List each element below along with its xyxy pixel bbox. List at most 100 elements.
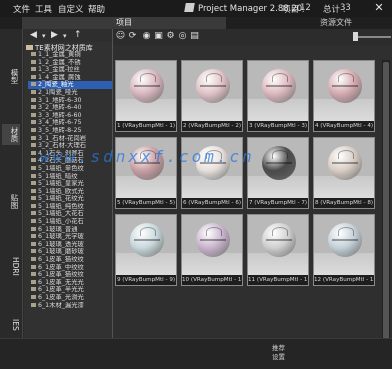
material-sphere [328,146,362,180]
tree-item[interactable]: 5_1墙纸_皇家光 [28,180,112,188]
camera-icon[interactable]: ◎ [177,31,188,42]
material-thumbnail[interactable]: 10 (VRayBumpMtl - 10) [181,214,243,286]
folder-icon [31,143,36,148]
tree-item[interactable]: 6_1皮革_猫纹纹 [28,271,112,279]
refresh-icon[interactable]: ⟳ [127,31,138,42]
tree-item[interactable]: 5_1墙纸_大花石 [28,210,112,218]
tree-item[interactable]: 5_1墙纸_小花石 [28,218,112,226]
tree-item[interactable]: 6_1木材_漏光漆 [28,302,112,310]
up-arrow-icon[interactable]: ↑ [74,30,82,40]
tree-item[interactable]: 3_1_地砖-6-30 [28,97,112,105]
material-thumbnail[interactable]: 12 (VRayBumpMtl - 12) [313,214,375,286]
bottom-label-settings[interactable]: 设置 [272,351,285,361]
tree-item-label: 6_1皮革_中纹纹 [38,263,84,271]
vtab-hdri[interactable]: HDRI [2,257,20,276]
tree-item-label: 1_3_金属-拉丝 [38,66,80,74]
tree-item[interactable]: 6_1皮革_中纹纹 [28,264,112,272]
tree-item-label: 2_1陶瓷_哑光 [38,88,78,96]
material-caption: 2 (VRayBumpMtl - 2) [182,121,242,131]
settings-icon[interactable]: ⚙ [165,31,176,42]
tree-item[interactable]: 6_1玻璃_透光玻 [28,241,112,249]
menu-tools[interactable]: 工具 [35,3,52,15]
tree-item[interactable]: 6_1玻璃_磨砂玻 [28,248,112,256]
tree-item-label: 5_1墙纸_纯色纹 [38,202,84,210]
tree-item[interactable]: 2_陶瓷_釉光 [28,81,112,89]
tree-item[interactable]: 3_5_地砖-8-25 [28,127,112,135]
material-thumbnail[interactable]: 8 (VRayBumpMtl - 8) [313,137,375,209]
tree-item-label: 6_1木材_漏光漆 [38,301,84,309]
tree-item[interactable]: 3_1_石材-花岗岩 [28,135,112,143]
sphere-view-icon[interactable]: ◉ [141,31,152,42]
material-thumbnail[interactable]: 4 (VRayBumpMtl - 4) [313,60,375,132]
tree-item[interactable]: 6_1皮革_半光光 [28,286,112,294]
material-caption: 4 (VRayBumpMtl - 4) [314,121,374,131]
tree-item[interactable]: 6_1皮革_猫纹纹 [28,256,112,264]
tab-project[interactable]: 项目 [22,17,226,29]
material-thumbnail[interactable]: 7 (VRayBumpMtl - 7) [247,137,309,209]
tree-item[interactable]: 5_1墙纸_花纹光 [28,195,112,203]
vtab-material[interactable]: 材质 [2,124,20,145]
back-dropdown-icon[interactable]: ▾ [42,32,46,40]
scrollbar-thumb[interactable] [383,62,389,340]
menu-custom[interactable]: 自定义 [58,3,84,15]
material-thumbnail[interactable]: 3 (VRayBumpMtl - 3) [247,60,309,132]
tree-item[interactable]: 1_1_金属_黄铜 [28,51,112,59]
tree-item-label: 1_4_金属_腐蚀 [38,73,81,81]
close-icon[interactable]: ✕ [372,1,386,15]
tree-item[interactable]: 5_1墙纸_欧式光 [28,188,112,196]
tree-item[interactable]: 5_1墙纸_单色纹 [28,165,112,173]
tree-item[interactable]: 3_3_地砖-6-60 [28,112,112,120]
material-caption: 9 (VRayBumpMtl - 9) [116,275,176,285]
sphere-band [200,85,226,87]
folder-icon [31,173,36,178]
tree-item[interactable]: 3_2_地砖-6-40 [28,104,112,112]
material-thumbnail[interactable]: 11 (VRayBumpMtl - 11) [247,214,309,286]
back-arrow-icon[interactable]: ◀ [30,30,37,40]
tree-item[interactable]: 1_2_金属_不锈 [28,59,112,67]
sphere-cap [272,227,288,236]
forward-arrow-icon[interactable]: ▶ [51,30,58,40]
zoom-slider-knob[interactable] [353,32,358,41]
folder-icon [31,89,36,94]
tree-item[interactable]: 3_4_地砖-6-75 [28,119,112,127]
forward-dropdown-icon[interactable]: ▾ [63,32,67,40]
tree-item[interactable]: 1_4_金属_腐蚀 [28,74,112,82]
tree-item-label: 5_1墙纸_大花石 [38,210,84,218]
cube-view-icon[interactable]: ▣ [153,31,164,42]
sphere-cap [338,227,354,236]
zoom-slider-track[interactable] [357,36,391,38]
tree-item[interactable]: 1_3_金属-拉丝 [28,66,112,74]
browser-toolbar: ☺ ⟳ ◉ ▣ ⚙ ◎ ▤ [113,29,392,45]
tree-item[interactable]: 6_1皮革_光滑光 [28,294,112,302]
material-thumbnail[interactable]: 9 (VRayBumpMtl - 9) [115,214,177,286]
sphere-cap [272,73,288,82]
tree-item[interactable]: 6_1皮革_无光光 [28,279,112,287]
tree-item[interactable]: 6_1玻璃_普通 [28,226,112,234]
sphere-cap [140,227,156,236]
menu-help[interactable]: 帮助 [88,3,105,15]
vtab-model[interactable]: 模型 [2,69,20,84]
sphere-band [266,239,292,241]
tree-item-label: 5_1墙纸_欧式光 [38,187,84,195]
material-caption: 10 (VRayBumpMtl - 10) [182,275,242,285]
tree-item[interactable]: 5_1墙纸_暗纹 [28,173,112,181]
material-thumbnail[interactable]: 1 (VRayBumpMtl - 1) [115,60,177,132]
tree-item[interactable]: 5_1墙纸_纯色纹 [28,203,112,211]
tree-item[interactable]: 6_1玻璃_光学玻 [28,233,112,241]
filter-icon[interactable]: ▤ [189,31,200,42]
vtab-ies[interactable]: IES [2,319,20,331]
sphere-cap [338,150,354,159]
menu-file[interactable]: 文件 [13,3,30,15]
folder-icon [31,82,36,87]
folder-icon [31,112,36,117]
vertical-scrollbar[interactable] [382,60,390,348]
tab-resource-files[interactable]: 资源文件 [280,17,392,29]
tree-item[interactable]: 2_1陶瓷_哑光 [28,89,112,97]
render-icon[interactable]: ☺ [115,31,126,42]
material-caption: 5 (VRayBumpMtl - 5) [116,198,176,208]
material-grid: 1 (VRayBumpMtl - 1) 2 (VRayBumpMtl - 2) 3 … [115,60,377,348]
vtab-texture[interactable]: 贴图 [2,194,20,209]
material-thumbnail[interactable]: 2 (VRayBumpMtl - 2) [181,60,243,132]
tree-item-label: 1_2_金属_不锈 [38,58,81,66]
folder-icon [31,188,36,193]
